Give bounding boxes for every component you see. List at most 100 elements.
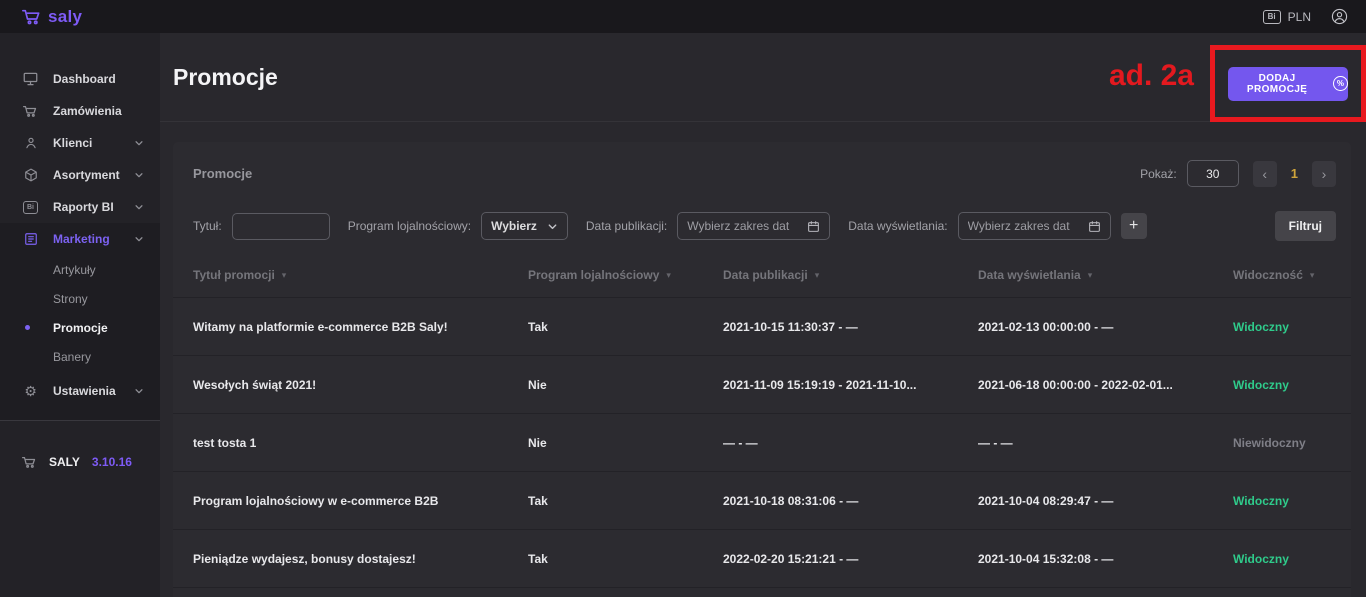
logo-text: saly <box>48 7 82 27</box>
currency-selector[interactable]: Bi PLN <box>1263 10 1311 24</box>
column-label: Widoczność <box>1233 268 1303 282</box>
sidebar-item-label: Dashboard <box>53 72 116 86</box>
promotions-table: Tytuł promocji ▾ Program lojalnościowy ▾… <box>173 253 1351 597</box>
column-header-publish-date[interactable]: Data publikacji ▾ <box>723 268 978 282</box>
promo-display-date: — - — <box>978 436 1233 450</box>
display-date-input[interactable] <box>968 219 1088 233</box>
prev-page-button[interactable]: ‹ <box>1253 161 1277 187</box>
monitor-icon <box>22 72 39 86</box>
marketing-section: Marketing Artykuły Strony Promocje Baner… <box>0 223 160 420</box>
add-promotion-button[interactable]: DODAJ PROMOCJĘ % <box>1228 67 1348 101</box>
table-row[interactable]: Program lojalnościowy w e-commerce B2B T… <box>173 471 1351 529</box>
publish-date-input[interactable] <box>687 219 807 233</box>
sidebar-item-ustawienia[interactable]: ⚙ Ustawienia <box>0 375 160 407</box>
status-badge: Niewidoczny <box>1233 436 1336 450</box>
publish-date-range-input[interactable] <box>677 212 830 240</box>
sidebar-subitem-promocje[interactable]: Promocje <box>0 313 160 342</box>
promo-loyalty: Nie <box>528 378 723 392</box>
promo-title: Pieniądze wydajesz, bonusy dostajesz! <box>193 552 528 566</box>
annotation-text: ad. 2a <box>1109 59 1194 93</box>
sidebar-subitem-artykuly[interactable]: Artykuły <box>0 255 160 284</box>
chevron-left-icon: ‹ <box>1262 166 1267 182</box>
active-dot-icon <box>25 325 30 330</box>
sidebar-item-dashboard[interactable]: Dashboard <box>0 63 160 95</box>
table-row[interactable]: test tosta 1 Nie — - — — - — Niewidoczny <box>173 413 1351 471</box>
promo-title: test tosta 1 <box>193 436 528 450</box>
sidebar-subitem-label: Promocje <box>53 321 108 335</box>
loyalty-filter-label: Program lojalnościowy: <box>348 219 471 233</box>
chevron-down-icon <box>134 138 144 148</box>
promo-publish-date: 2021-10-15 11:30:37 - — <box>723 320 978 334</box>
sidebar-item-label: Zamówienia <box>53 104 122 118</box>
page-header: Promocje ad. 2a DODAJ PROMOCJĘ % <box>160 33 1366 122</box>
promo-display-date: 2021-10-04 08:29:47 - — <box>978 494 1233 508</box>
sort-icon: ▾ <box>666 270 671 281</box>
promo-title: Wesołych świąt 2021! <box>193 378 528 392</box>
promo-loyalty: Tak <box>528 320 723 334</box>
cart-logo-icon <box>22 8 42 25</box>
app-version: 3.10.16 <box>92 455 132 469</box>
table-row[interactable]: Pieniądze wydajesz, bonusy dostajesz! Ta… <box>173 529 1351 587</box>
sidebar-item-raporty-bi[interactable]: Bi Raporty BI <box>0 191 160 223</box>
promo-title: Program lojalnościowy w e-commerce B2B <box>193 494 528 508</box>
sidebar-item-zamowienia[interactable]: Zamówienia <box>0 95 160 127</box>
add-promotion-label: DODAJ PROMOCJĘ <box>1228 73 1326 95</box>
topbar: saly Bi PLN <box>0 0 1366 33</box>
column-label: Tytuł promocji <box>193 268 275 282</box>
next-page-button[interactable]: › <box>1312 161 1336 187</box>
column-header-title[interactable]: Tytuł promocji ▾ <box>193 268 528 282</box>
column-header-visibility[interactable]: Widoczność ▾ <box>1233 268 1336 282</box>
status-badge: Widoczny <box>1233 320 1336 334</box>
sort-icon: ▾ <box>815 270 820 281</box>
sidebar-subitem-label: Artykuły <box>53 263 96 277</box>
sidebar-item-marketing[interactable]: Marketing <box>0 223 160 255</box>
sort-icon: ▾ <box>282 270 287 281</box>
display-date-range-input[interactable] <box>958 212 1111 240</box>
status-badge: Widoczny <box>1233 378 1336 392</box>
promo-display-date: 2021-02-13 00:00:00 - — <box>978 320 1233 334</box>
bi-report-icon: Bi <box>22 201 39 214</box>
title-filter-input[interactable] <box>232 213 330 240</box>
page-size-input[interactable] <box>1187 160 1239 187</box>
calendar-icon <box>1088 220 1101 233</box>
panel-title: Promocje <box>193 166 252 181</box>
sidebar-item-label: Klienci <box>53 136 92 150</box>
add-filter-button[interactable]: + <box>1121 213 1147 239</box>
column-label: Program lojalnościowy <box>528 268 659 282</box>
sidebar-subitem-strony[interactable]: Strony <box>0 284 160 313</box>
promo-display-date: 2021-10-04 15:32:08 - — <box>978 552 1233 566</box>
app-logo[interactable]: saly <box>22 7 82 27</box>
sidebar-subitem-banery[interactable]: Banery <box>0 342 160 371</box>
sidebar-nav: Dashboard Zamówienia Klienci <box>0 33 160 469</box>
column-header-display-date[interactable]: Data wyświetlania ▾ <box>978 268 1233 282</box>
promo-title: Witamy na platformie e-commerce B2B Saly… <box>193 320 528 334</box>
currency-code: PLN <box>1288 10 1311 24</box>
chevron-down-icon <box>547 221 558 232</box>
table-row[interactable]: Witamy na platformie e-commerce B2B Saly… <box>173 297 1351 355</box>
sidebar-item-klienci[interactable]: Klienci <box>0 127 160 159</box>
column-header-loyalty[interactable]: Program lojalnościowy ▾ <box>528 268 723 282</box>
sidebar-subitem-label: Strony <box>53 292 88 306</box>
loyalty-filter-select[interactable]: Wybierz <box>481 212 568 240</box>
promo-publish-date: 2022-02-20 15:21:21 - — <box>723 552 978 566</box>
promo-publish-date: 2021-10-18 08:31:06 - — <box>723 494 978 508</box>
account-icon[interactable] <box>1331 8 1348 25</box>
table-row[interactable]: Wesołych świąt 2021! Nie 2021-11-09 15:1… <box>173 355 1351 413</box>
sort-icon: ▾ <box>1088 270 1093 281</box>
current-page: 1 <box>1291 166 1298 181</box>
status-badge: Widoczny <box>1233 552 1336 566</box>
loyalty-filter-value: Wybierz <box>491 219 537 233</box>
sidebar-item-label: Raporty BI <box>53 200 114 214</box>
person-icon <box>22 136 39 150</box>
sidebar-item-asortyment[interactable]: Asortyment <box>0 159 160 191</box>
page-size-label: Pokaż: <box>1140 167 1177 181</box>
sidebar-divider <box>0 420 160 421</box>
apply-filters-button[interactable]: Filtruj <box>1275 211 1336 241</box>
gear-icon: ⚙ <box>22 383 39 400</box>
sidebar: Dashboard Zamówienia Klienci <box>0 33 160 597</box>
cart-icon <box>22 455 37 469</box>
promo-publish-date: 2021-11-09 15:19:19 - 2021-11-10... <box>723 378 978 392</box>
chevron-down-icon <box>134 386 144 396</box>
column-label: Data publikacji <box>723 268 808 282</box>
display-date-filter-label: Data wyświetlania: <box>848 219 947 233</box>
